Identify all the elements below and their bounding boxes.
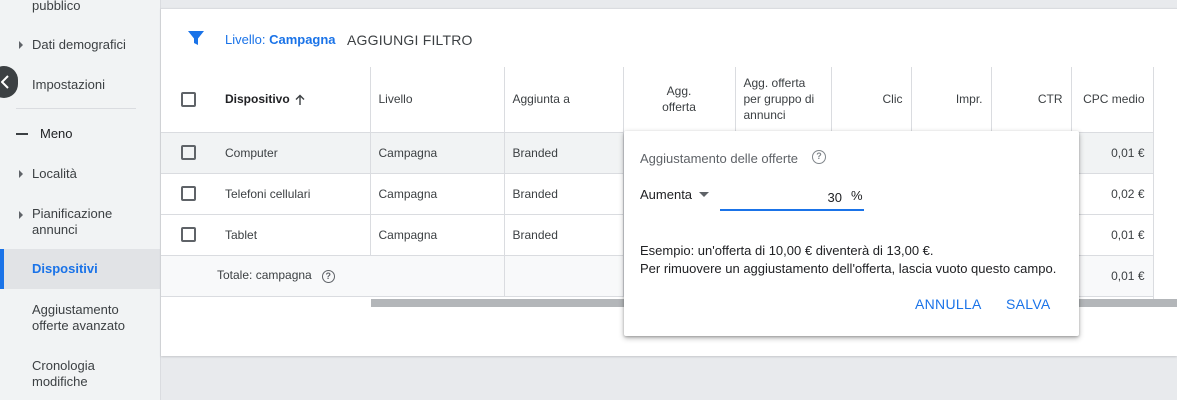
row-select-cell: [161, 132, 211, 174]
filter-chip-level[interactable]: Livello: Campagna: [225, 32, 336, 47]
active-indicator: [0, 249, 4, 289]
cell-level: Campagna: [370, 132, 505, 174]
filter-level-value: Campagna: [269, 32, 336, 47]
bid-adjustment-popup: Aggiustamento delle offerte ? Aumenta % …: [624, 131, 1079, 336]
chevron-left-icon: [1, 75, 9, 89]
sidebar-item-aggiustamento-offerte-avanzato[interactable]: Aggiustamento offerte avanzato: [0, 302, 160, 334]
sidebar-item-label: pubblico: [32, 0, 81, 13]
cell-added-to: Branded: [504, 214, 624, 256]
minus-icon: [16, 133, 28, 135]
sidebar-less-label: Meno: [40, 126, 73, 141]
caret-right-icon: [19, 41, 23, 49]
remove-hint-line: Per rimuovere un aggiustamento dell'offe…: [640, 261, 1057, 276]
save-button[interactable]: SALVA: [1006, 296, 1051, 312]
sidebar: pubblico Dati demografici Impostazioni M…: [0, 0, 161, 400]
sidebar-item-label: Dispositivi: [32, 261, 98, 276]
example-line: Esempio: un'offerta di 10,00 € diventerà…: [640, 243, 934, 258]
header-device[interactable]: Dispositivo: [211, 67, 371, 133]
select-all-checkbox[interactable]: [181, 92, 196, 108]
sidebar-item-pubblico[interactable]: pubblico: [0, 0, 160, 14]
cancel-button[interactable]: ANNULLA: [915, 296, 982, 312]
cell-avg-cpc: 0,01 €: [1071, 132, 1154, 174]
filter-icon[interactable]: [187, 29, 205, 47]
sidebar-item-dati-demografici[interactable]: Dati demografici: [0, 37, 160, 53]
caret-right-icon: [19, 211, 23, 219]
filter-level-prefix: Livello:: [225, 32, 270, 47]
cell-device: Computer: [211, 132, 371, 174]
total-label-cell: Totale: campagna?: [161, 255, 370, 297]
percent-suffix: %: [851, 188, 863, 203]
row-select-cell: [161, 173, 211, 215]
adjustment-type-select[interactable]: Aumenta: [640, 187, 692, 202]
sidebar-item-label: Località: [32, 166, 77, 181]
header-ctr[interactable]: CTR: [991, 67, 1072, 133]
cell-avg-cpc: 0,01 €: [1071, 214, 1154, 256]
sidebar-divider: [16, 108, 136, 109]
column-divider: [1153, 67, 1154, 299]
total-cell: [504, 255, 624, 297]
table-header-row: Dispositivo Livello Aggiunta a Agg. offe…: [161, 67, 1154, 133]
cell-added-to: Branded: [504, 132, 624, 174]
header-device-label: Dispositivo: [225, 92, 290, 107]
help-icon[interactable]: ?: [321, 269, 335, 283]
dropdown-arrow-icon[interactable]: [699, 192, 709, 197]
select-all-cell: [161, 67, 211, 133]
total-label: Totale: campagna: [217, 268, 312, 283]
sidebar-item-impostazioni[interactable]: Impostazioni: [0, 77, 160, 93]
total-avg-cpc: 0,01 €: [1071, 255, 1154, 297]
total-cell: [370, 255, 505, 297]
cell-avg-cpc: 0,02 €: [1071, 173, 1154, 215]
arrow-up-icon: [295, 94, 305, 106]
cell-device: Tablet: [211, 214, 371, 256]
header-impressions[interactable]: Impr.: [911, 67, 992, 133]
help-icon[interactable]: ?: [812, 150, 826, 164]
header-avg-cpc[interactable]: CPC medio: [1071, 67, 1154, 133]
header-bid-adjustment[interactable]: Agg. offerta: [623, 67, 736, 133]
sidebar-item-dispositivi[interactable]: Dispositivi: [0, 249, 160, 289]
sidebar-item-label: Dati demografici: [32, 37, 126, 52]
sidebar-item-pianificazione-annunci[interactable]: Pianificazione annunci: [0, 206, 160, 238]
sidebar-item-label: Impostazioni: [32, 77, 105, 92]
row-checkbox[interactable]: [181, 186, 196, 202]
header-clicks[interactable]: Clic: [831, 67, 912, 133]
sidebar-less-toggle[interactable]: Meno: [0, 126, 160, 142]
sidebar-item-localita[interactable]: Località: [0, 166, 160, 182]
row-checkbox[interactable]: [181, 145, 196, 161]
header-added-to[interactable]: Aggiunta a: [504, 67, 624, 133]
popup-example-text: Esempio: un'offerta di 10,00 € diventerà…: [640, 242, 1056, 278]
caret-right-icon: [19, 170, 23, 178]
sidebar-item-label: Aggiustamento offerte avanzato: [32, 302, 125, 333]
header-bid-adjustment-adgroup[interactable]: Agg. offerta per gruppo di annunci: [735, 67, 832, 133]
row-checkbox[interactable]: [181, 227, 196, 243]
header-level[interactable]: Livello: [370, 67, 505, 133]
cell-device: Telefoni cellulari: [211, 173, 371, 215]
sidebar-item-label: Cronologia modifiche: [32, 358, 95, 389]
row-select-cell: [161, 214, 211, 256]
adjustment-percent-input[interactable]: [720, 185, 864, 211]
add-filter-button[interactable]: AGGIUNGI FILTRO: [347, 32, 473, 48]
popup-title: Aggiustamento delle offerte: [640, 151, 799, 166]
cell-level: Campagna: [370, 173, 505, 215]
sidebar-item-cronologia-modifiche[interactable]: Cronologia modifiche: [0, 358, 160, 390]
sidebar-item-label: Pianificazione annunci: [32, 206, 113, 237]
cell-added-to: Branded: [504, 173, 624, 215]
cell-level: Campagna: [370, 214, 505, 256]
